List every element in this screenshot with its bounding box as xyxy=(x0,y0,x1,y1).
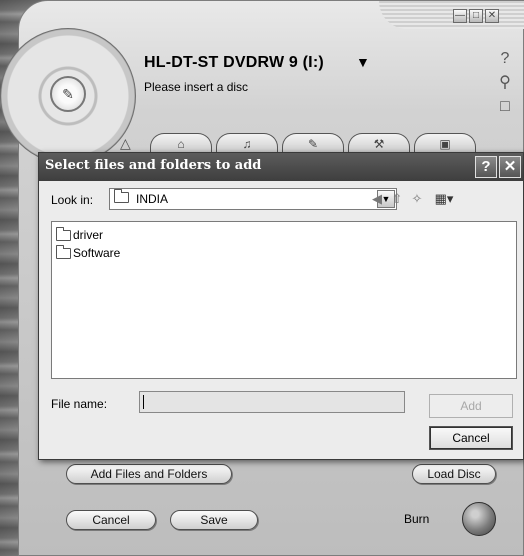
add-files-and-folders-label: Add Files and Folders xyxy=(90,467,208,481)
view-menu-icon[interactable]: ▦▾ xyxy=(429,189,459,209)
load-disc-button[interactable]: Load Disc xyxy=(412,464,496,484)
back-icon[interactable]: ◀ xyxy=(367,189,387,209)
folder-icon xyxy=(56,244,71,259)
add-files-and-folders-button[interactable]: Add Files and Folders xyxy=(66,464,232,484)
look-in-value: INDIA xyxy=(136,192,169,206)
close-button[interactable]: ✕ xyxy=(485,9,499,23)
list-item[interactable]: Software xyxy=(56,244,121,260)
look-in-label: Look in: xyxy=(51,193,94,207)
file-list[interactable]: driver Software xyxy=(51,221,517,379)
dialog-help-button[interactable]: ? xyxy=(475,156,497,178)
cancel-label: Cancel xyxy=(92,513,130,527)
file-name-label: File name: xyxy=(51,397,108,411)
add-button[interactable]: Add xyxy=(429,394,513,418)
dialog-title-bar[interactable]: Select files and folders to add ? ✕ xyxy=(39,153,523,181)
look-in-select[interactable]: INDIA ▼ xyxy=(109,188,397,210)
device-status: Please insert a disc xyxy=(144,80,249,94)
save-label: Save xyxy=(200,513,228,527)
disc-hub-icon[interactable]: ✎ xyxy=(50,76,86,112)
burn-label: Burn xyxy=(404,512,430,526)
dialog-close-button[interactable]: ✕ xyxy=(499,156,521,178)
dialog-cancel-button[interactable]: Cancel xyxy=(429,426,513,450)
folder-icon[interactable]: □ xyxy=(495,97,515,117)
dialog-title: Select files and folders to add xyxy=(45,158,262,173)
search-icon[interactable]: ⚲ xyxy=(495,73,515,93)
file-name-input[interactable] xyxy=(139,391,405,413)
save-button[interactable]: Save xyxy=(170,510,258,530)
list-item[interactable]: driver xyxy=(56,226,104,242)
folder-icon xyxy=(56,226,71,241)
folder-icon xyxy=(114,189,131,206)
eject-icon[interactable]: △ xyxy=(120,135,131,152)
list-item-label: driver xyxy=(73,228,104,242)
maximize-button[interactable]: □ xyxy=(469,9,483,23)
help-icon[interactable]: ? xyxy=(495,49,515,69)
cancel-button[interactable]: Cancel xyxy=(66,510,156,530)
select-files-dialog: Select files and folders to add ? ✕ Look… xyxy=(38,152,524,460)
up-folder-icon[interactable]: ⇧ xyxy=(387,189,407,209)
text-cursor xyxy=(143,395,144,409)
device-name: HL-DT-ST DVDRW 9 (I:) xyxy=(144,54,324,71)
app-title-strip[interactable] xyxy=(379,1,524,29)
list-item-label: Software xyxy=(73,246,121,260)
device-dropdown-arrow-icon[interactable]: ▼ xyxy=(356,54,370,70)
new-folder-icon[interactable]: ✧ xyxy=(407,189,427,209)
load-disc-label: Load Disc xyxy=(427,467,481,481)
minimize-button[interactable]: — xyxy=(453,9,467,23)
burn-button[interactable] xyxy=(462,502,496,536)
